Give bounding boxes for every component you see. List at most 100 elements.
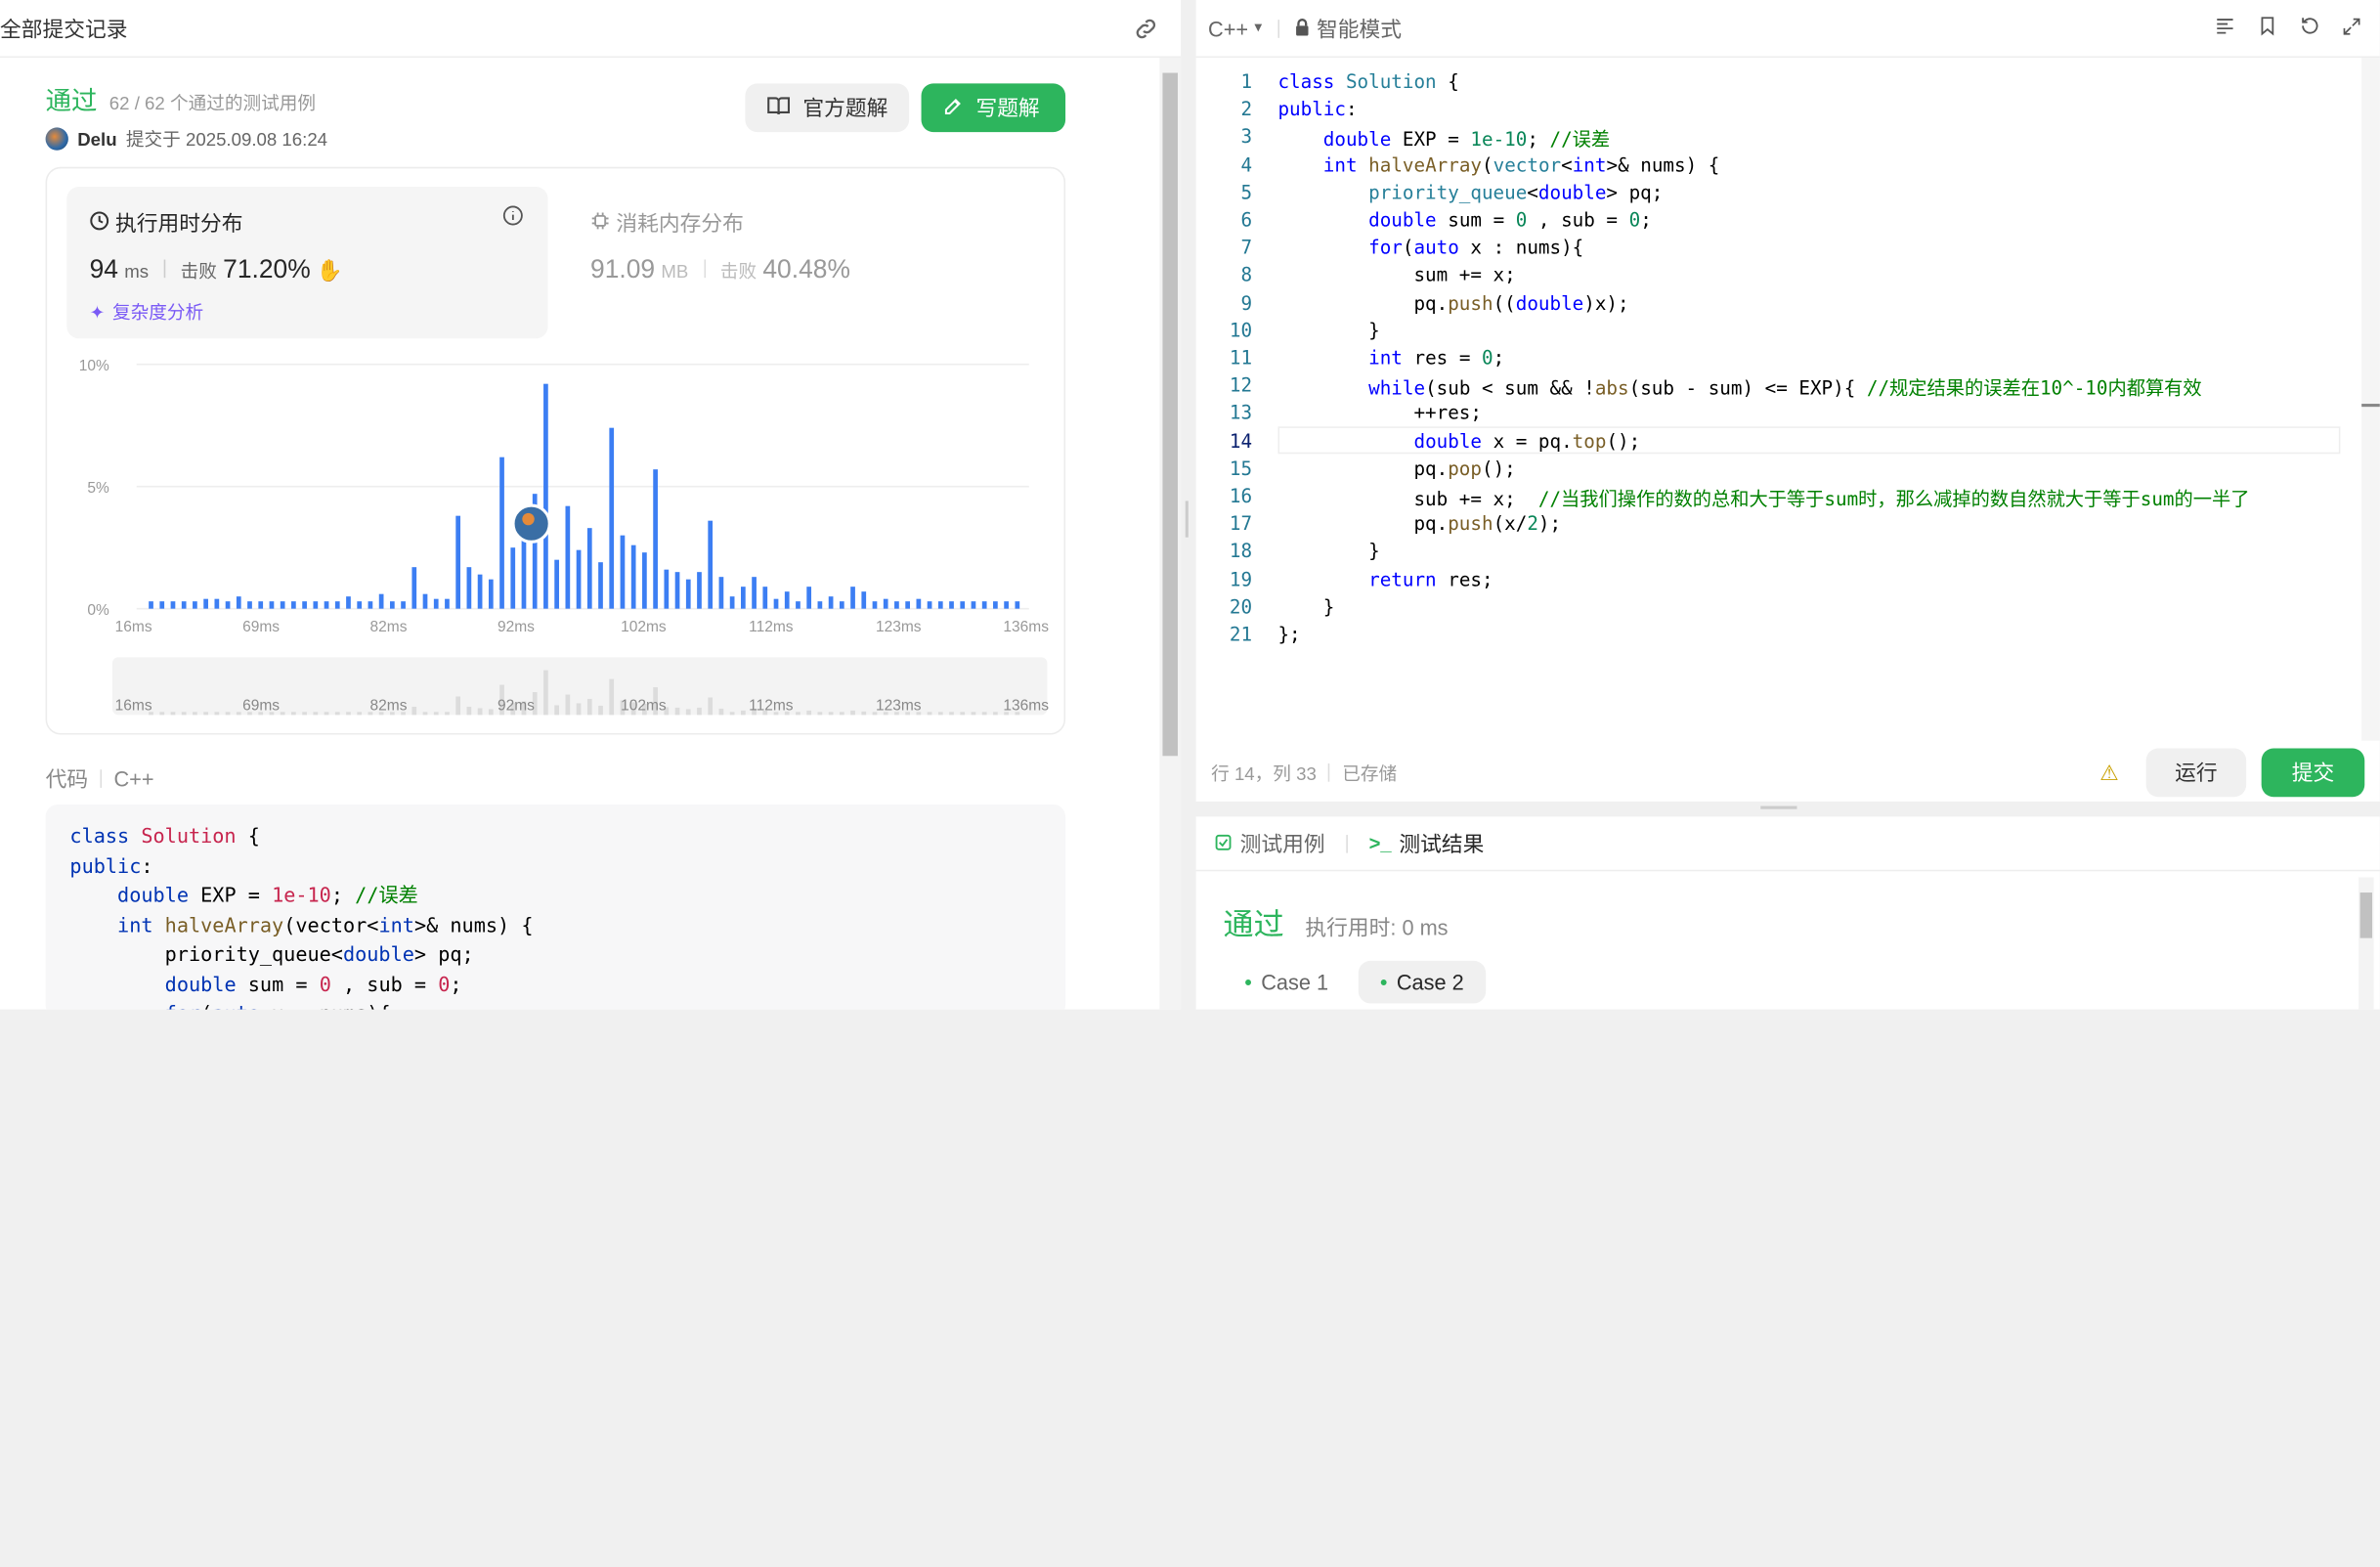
chart-bar xyxy=(159,601,165,609)
book-icon xyxy=(766,95,791,120)
range-bar xyxy=(685,709,691,716)
chart-bar xyxy=(258,601,264,609)
range-bar xyxy=(170,712,176,716)
range-bar xyxy=(960,712,966,716)
code-line: while(sub < sum && !abs(sub - sum) <= EX… xyxy=(1368,376,2202,400)
code-editor[interactable]: 1 class Solution {2 public: 3 double EXP = … xyxy=(1196,66,2347,734)
code-line: }; xyxy=(1277,622,1301,645)
range-bar xyxy=(817,712,823,716)
mode-toggle[interactable]: 智能模式 xyxy=(1294,13,1402,43)
editor-scrollbar[interactable] xyxy=(2361,58,2380,741)
reset-icon[interactable] xyxy=(2299,16,2320,41)
line-number: 7 xyxy=(1240,235,1253,259)
chart-bar xyxy=(905,601,910,609)
chart-bar xyxy=(193,601,197,609)
cursor-position: 行 14，列 33 xyxy=(1211,762,1317,785)
range-bar xyxy=(740,710,746,716)
code-lang: C++ xyxy=(113,766,154,792)
chart-bar xyxy=(762,587,768,609)
y-tick-label: 10% xyxy=(79,358,109,374)
chart-bar xyxy=(586,528,592,609)
range-bar xyxy=(697,707,702,716)
result-scrollbar[interactable] xyxy=(2358,877,2374,1010)
submit-button[interactable]: 提交 xyxy=(2261,748,2365,798)
chart-bar xyxy=(565,505,571,609)
code-line: int halveArray(vector<int>& nums) { xyxy=(1322,152,1720,176)
chart-bar xyxy=(609,427,615,609)
range-bar xyxy=(598,705,603,716)
write-solution-button[interactable]: 写题解 xyxy=(921,83,1066,133)
y-tick-label: 5% xyxy=(87,480,109,497)
vertical-resizer[interactable] xyxy=(1183,501,1191,538)
range-bar xyxy=(850,710,855,716)
avatar[interactable] xyxy=(45,127,68,151)
code-line: return res; xyxy=(1368,567,1493,590)
range-bar xyxy=(357,712,363,716)
performance-card: 执行用时分布 94 ms 击败 71.20% ✋ ✦ 复杂度分析 消耗内存分布 … xyxy=(45,166,1066,735)
chart-bar xyxy=(620,535,626,609)
code-line: sum += x; xyxy=(1277,263,1516,286)
submission-panel: 全部提交记录 通过 62 / 62 个通过的测试用例 Delu 提交于 2025… xyxy=(0,0,1182,1010)
range-bar xyxy=(543,670,548,716)
expand-icon[interactable] xyxy=(2342,16,2361,40)
range-bar xyxy=(225,712,231,716)
debug-icon[interactable]: ⚠ xyxy=(2099,760,2119,785)
chart-bar xyxy=(861,591,867,609)
tab-test-results[interactable]: >_ 测试结果 xyxy=(1369,828,1485,858)
chart-bar xyxy=(455,515,461,609)
range-bar xyxy=(159,712,165,716)
range-bar xyxy=(433,712,439,716)
case-1-tab[interactable]: • Case 1 xyxy=(1230,961,1344,1003)
range-bar xyxy=(291,712,296,716)
official-solution-button[interactable]: 官方题解 xyxy=(745,83,910,133)
chart-bar xyxy=(324,601,329,609)
save-status: 已存储 xyxy=(1342,762,1398,785)
range-bar xyxy=(455,696,461,716)
chart-bar xyxy=(708,520,714,609)
chart-bar xyxy=(521,540,527,609)
code-line: double sum = 0 , sub = 0; xyxy=(164,974,462,997)
tab-test-cases[interactable]: 测试用例 xyxy=(1214,828,1325,858)
chevron-down-icon: ▾ xyxy=(1254,20,1263,37)
bookmark-icon[interactable] xyxy=(2257,16,2278,41)
range-bar xyxy=(334,712,340,716)
submitted-code: class Solution {public: double EXP = 1e-… xyxy=(45,804,1066,1010)
runtime-distribution-chart[interactable]: 10% 5% 0% 16ms 69ms 82ms 92ms 102ms 112ms 123ms 13… xyxy=(46,167,1065,735)
terminal-icon: >_ xyxy=(1368,831,1392,855)
range-bar xyxy=(324,712,329,716)
chart-bar xyxy=(445,598,450,609)
username[interactable]: Delu xyxy=(77,128,116,150)
chart-bar xyxy=(149,601,153,609)
chart-bar xyxy=(839,601,844,609)
test-panel: 测试用例 >_ 测试结果 通过 执行用时: 0 ms • Case 1 • Case… xyxy=(1195,816,2380,1010)
chart-bar xyxy=(225,601,231,609)
range-bar xyxy=(554,705,559,716)
chart-bar xyxy=(313,601,319,609)
case-2-tab[interactable]: • Case 2 xyxy=(1359,960,1486,1004)
run-button[interactable]: 运行 xyxy=(2145,748,2247,798)
chart-bar xyxy=(872,601,878,609)
horizontal-resizer[interactable] xyxy=(1760,805,1797,809)
chart-bar xyxy=(971,601,976,609)
language-select[interactable]: C++ ▾ xyxy=(1208,16,1262,40)
left-scrollbar[interactable] xyxy=(1159,58,1182,1010)
range-bar xyxy=(313,712,319,716)
range-bar xyxy=(839,712,844,716)
range-bar xyxy=(445,712,450,716)
range-bar xyxy=(971,712,976,716)
chart-bar xyxy=(718,577,724,609)
line-number: 13 xyxy=(1229,401,1253,424)
range-bar xyxy=(466,706,472,716)
code-line: ++res; xyxy=(1277,401,1482,424)
range-bar xyxy=(674,707,680,716)
status-label: 通过 xyxy=(45,86,98,116)
link-icon[interactable] xyxy=(1132,15,1159,42)
format-icon[interactable] xyxy=(2215,16,2236,41)
chart-bar xyxy=(368,601,373,609)
range-bar xyxy=(576,703,582,716)
chart-bar xyxy=(630,544,636,609)
range-bar xyxy=(203,712,208,716)
range-bar xyxy=(488,709,494,716)
line-number: 21 xyxy=(1229,622,1253,645)
tests-passed: 62 / 62 个通过的测试用例 xyxy=(108,92,317,114)
